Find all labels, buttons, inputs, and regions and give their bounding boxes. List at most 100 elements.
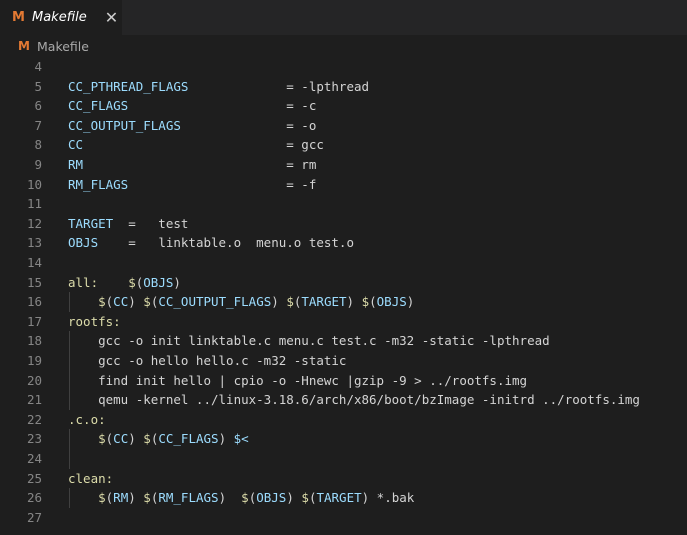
code-token: OBJS: [376, 294, 407, 310]
code-token: RM: [68, 157, 84, 172]
line-number: 25: [26, 470, 42, 486]
code-token: ): [128, 490, 136, 506]
code-token: TARGET: [316, 490, 362, 506]
code-token: $: [286, 294, 294, 310]
code-line[interactable]: 9 RM = rm: [0, 155, 687, 175]
code-token: $: [361, 294, 370, 310]
line-code: gcc -o hello hello.c -m32 -static: [68, 351, 346, 371]
code-token: OBJS: [143, 274, 174, 290]
code-line[interactable]: 7 CC_OUTPUT_FLAGS = -o: [0, 116, 687, 136]
code-token: RM_FLAGS: [158, 490, 219, 506]
line-number: 16: [26, 294, 42, 310]
makefile-icon: M: [12, 10, 25, 25]
code-token: all:: [68, 274, 99, 290]
code-line[interactable]: 21 qemu -kernel ../linux-3.18.6/arch/x86…: [0, 390, 687, 410]
breadcrumb-file[interactable]: Makefile: [37, 39, 89, 54]
line-number: 17: [26, 313, 42, 329]
code-token: ): [173, 274, 181, 290]
line-code: CC_OUTPUT_FLAGS = -o: [68, 116, 316, 136]
code-token: CC: [68, 137, 84, 153]
breadcrumb[interactable]: M Makefile: [0, 35, 687, 57]
code-line[interactable]: 23 $(CC) $(CC_FLAGS) $<: [0, 429, 687, 449]
code-token: TARGET: [68, 215, 114, 231]
line-code: RM = rm: [68, 155, 316, 175]
code-line[interactable]: 22 .c.o:: [0, 410, 687, 430]
line-code: OBJS = linktable.o menu.o test.o: [68, 233, 354, 253]
code-line[interactable]: 25 clean:: [0, 469, 687, 489]
line-code: $(CC) $(CC_FLAGS) $<: [68, 429, 249, 449]
code-token: ): [128, 294, 136, 310]
line-number: 26: [26, 490, 42, 506]
code-token: $: [143, 294, 151, 310]
code-line[interactable]: 16 $(CC) $(CC_OUTPUT_FLAGS) $(TARGET) $(…: [0, 292, 687, 312]
code-token: find init hello | cpio -o -Hnewc |gzip -…: [68, 372, 528, 388]
close-icon[interactable]: ✕: [105, 9, 118, 26]
code-token: RM: [113, 490, 129, 506]
code-line[interactable]: 4: [0, 57, 687, 77]
code-token: $: [98, 490, 106, 506]
line-code: $(RM) $(RM_FLAGS) $(OBJS) $(TARGET) *.ba…: [68, 488, 414, 508]
code-token: (: [369, 294, 377, 310]
line-code: TARGET = test: [68, 214, 188, 234]
line-code: CC_PTHREAD_FLAGS = -lpthread: [68, 77, 369, 97]
code-line[interactable]: 27: [0, 508, 687, 528]
line-code: find init hello | cpio -o -Hnewc |gzip -…: [68, 371, 527, 391]
line-number: 11: [26, 196, 42, 212]
code-token: ): [218, 431, 227, 447]
code-token: qemu -kernel ../linux-3.18.6/arch/x86/bo…: [68, 392, 640, 408]
code-token: clean:: [68, 470, 114, 486]
code-token: = -c: [128, 98, 317, 114]
code-line[interactable]: 20 find init hello | cpio -o -Hnewc |gzi…: [0, 370, 687, 391]
code-token: OBJS: [68, 235, 99, 251]
code-token: ): [218, 490, 227, 506]
code-line[interactable]: 19 gcc -o hello hello.c -m32 -static: [0, 351, 687, 371]
line-code: $(CC) $(CC_OUTPUT_FLAGS) $(TARGET) $(OBJ…: [68, 292, 414, 312]
tab-makefile[interactable]: M Makefile ✕: [0, 0, 122, 35]
line-number: 9: [34, 157, 42, 172]
code-token: rootfs:: [68, 313, 121, 329]
code-line[interactable]: 24: [0, 449, 687, 469]
code-token: $: [301, 490, 309, 506]
code-token: ): [128, 431, 136, 447]
code-token: ): [286, 490, 294, 506]
line-number: 15: [26, 274, 42, 290]
makefile-icon: M: [18, 39, 30, 53]
code-line[interactable]: 12 TARGET = test: [0, 214, 687, 234]
code-token: gcc -o hello hello.c -m32 -static: [68, 353, 347, 368]
code-line[interactable]: 8 CC = gcc: [0, 135, 687, 155]
code-line[interactable]: 13 OBJS = linktable.o menu.o test.o: [0, 233, 687, 253]
code-token: $: [143, 490, 151, 506]
code-token: ): [346, 294, 355, 310]
code-editor[interactable]: 4 5 CC_PTHREAD_FLAGS = -lpthread 6 CC_FLAGS …: [0, 57, 687, 535]
code-line[interactable]: 6 CC_FLAGS = -c: [0, 96, 687, 116]
line-number: 21: [26, 392, 42, 408]
code-token: $: [98, 294, 106, 310]
code-line[interactable]: 18 gcc -o init linktable.c menu.c test.c…: [0, 331, 687, 351]
code-token: CC: [113, 294, 129, 310]
code-line[interactable]: 10 RM_FLAGS = -f: [0, 175, 687, 195]
code-token: = rm: [83, 157, 317, 172]
line-code: rootfs:: [68, 312, 121, 332]
code-token: gcc -o init linktable.c menu.c test.c -m…: [68, 333, 550, 349]
code-line[interactable]: 26 $(RM) $(RM_FLAGS) $(OBJS) $(TARGET) *…: [0, 488, 687, 508]
code-line[interactable]: 14: [0, 253, 687, 273]
code-line[interactable]: 17 rootfs:: [0, 312, 687, 332]
line-number: 13: [26, 235, 42, 251]
code-token: CC: [113, 431, 129, 447]
line-number: 5: [34, 78, 42, 94]
line-code: CC_FLAGS = -c: [68, 96, 316, 116]
code-token: TARGET: [301, 294, 347, 310]
code-token: OBJS: [256, 490, 287, 506]
code-token: CC_PTHREAD_FLAGS: [68, 78, 189, 94]
code-line[interactable]: 15 all: $(OBJS): [0, 273, 687, 293]
line-number: 6: [34, 98, 42, 114]
code-line[interactable]: 11: [0, 194, 687, 214]
code-token: CC_FLAGS: [158, 431, 219, 447]
code-token: ): [406, 294, 415, 310]
code-line[interactable]: 5 CC_PTHREAD_FLAGS = -lpthread: [0, 77, 687, 97]
indent-guide: [69, 449, 70, 469]
